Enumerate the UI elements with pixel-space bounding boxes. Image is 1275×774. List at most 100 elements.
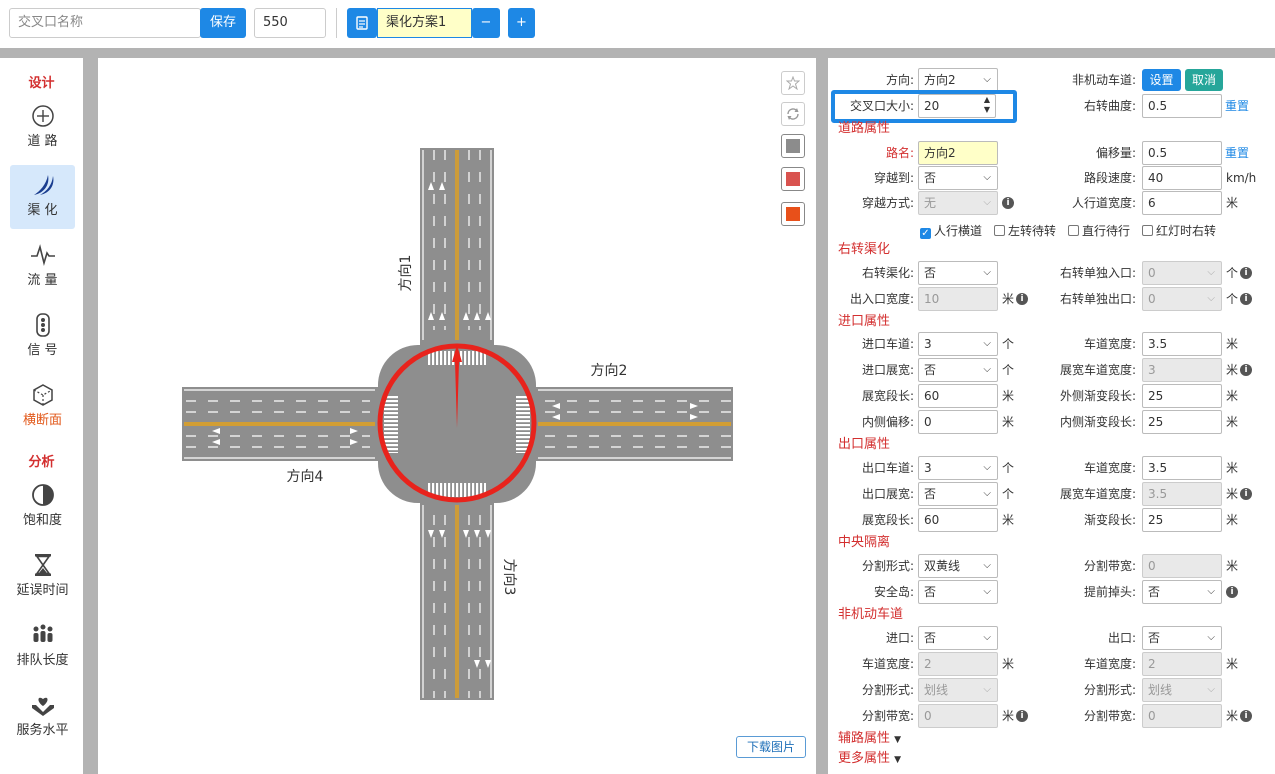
intersection-name-input[interactable]: 交叉口名称 <box>9 8 201 38</box>
divide-form-select[interactable]: 双黄线 ⌵ <box>918 554 998 578</box>
info-icon[interactable]: i <box>1240 364 1252 376</box>
left-splitter[interactable] <box>83 58 98 774</box>
crossmode-select[interactable]: 无 ⌵ <box>918 191 998 215</box>
rt-entry-select[interactable]: 0 ⌵ <box>1142 261 1222 285</box>
entry-lanes-select[interactable]: 3 ⌵ <box>918 332 998 356</box>
intersection-canvas[interactable]: 方向1 方向2 方向3 方向4 下载图片 <box>98 58 816 774</box>
inner-taper-input[interactable]: 25 <box>1142 410 1222 434</box>
size-input[interactable]: 550 <box>254 8 326 38</box>
io-width-input[interactable]: 10 <box>918 287 998 311</box>
sidebar-item-label: 信 号 <box>27 343 58 358</box>
checkbox-left-turn-waiting[interactable]: 左转待转 <box>994 223 1056 239</box>
info-icon[interactable]: i <box>1240 267 1252 279</box>
rt-select[interactable]: 否 ⌵ <box>918 261 998 285</box>
color-swatch-orange[interactable] <box>781 202 805 226</box>
pan-tool-button[interactable] <box>781 71 805 95</box>
section-more[interactable]: 更多属性 ▼ <box>838 750 901 769</box>
uturn-select[interactable]: 否 ⌵ <box>1142 580 1222 604</box>
scheme-name-field[interactable]: 渠化方案1 <box>377 8 472 38</box>
sidebar-item-delay[interactable]: 延误时间 <box>10 545 75 609</box>
nm-entry-value: 否 <box>924 631 937 645</box>
nm-divide-width2-input[interactable]: 0 <box>1142 704 1222 728</box>
divide-form-label: 分割形式: <box>861 559 914 573</box>
color-swatch-gray[interactable] <box>781 134 805 158</box>
info-icon[interactable]: i <box>1226 586 1238 598</box>
info-icon[interactable]: i <box>1240 488 1252 500</box>
widen-length-input[interactable]: 60 <box>918 384 998 408</box>
curvature-reset-link[interactable]: 重置 <box>1225 94 1249 118</box>
checkbox-crosswalk[interactable]: ✓ 人行横道 <box>920 223 982 239</box>
right-splitter[interactable] <box>816 58 828 774</box>
direction-select-value: 方向2 <box>924 73 956 87</box>
nm-divide-width-input[interactable]: 0 <box>918 704 998 728</box>
chevron-down-icon: ⌵ <box>1207 293 1215 304</box>
refresh-icon <box>787 108 799 120</box>
walkway-width-input[interactable]: 6 <box>1142 191 1222 215</box>
entry-widen-select[interactable]: 否 ⌵ <box>918 358 998 382</box>
sidebar-item-cross-section[interactable]: 横断面 <box>10 375 75 439</box>
color-swatch-red[interactable] <box>781 167 805 191</box>
section-aux-road-label: 辅路属性 <box>838 731 891 746</box>
exit-lanes-select[interactable]: 3 ⌵ <box>918 456 998 480</box>
info-icon[interactable]: i <box>1016 710 1028 722</box>
section-aux-road[interactable]: 辅路属性 ▼ <box>838 730 901 749</box>
checkbox-right-on-red[interactable]: 红灯时右转 <box>1142 223 1216 239</box>
sidebar-item-flow[interactable]: 流 量 <box>10 235 75 299</box>
nm-lane-width-input[interactable]: 2 <box>918 652 998 676</box>
roadname-input[interactable]: 方向2 <box>918 141 998 165</box>
speed-input[interactable]: 40 <box>1142 166 1222 190</box>
pointer-star-icon <box>785 75 801 91</box>
inner-offset-input[interactable]: 0 <box>918 410 998 434</box>
nm-entry-select[interactable]: 否 ⌵ <box>918 626 998 650</box>
sidebar-item-service-level[interactable]: 服务水平 <box>10 685 75 749</box>
add-scheme-button[interactable]: + <box>508 8 535 38</box>
exit-lane-width-input[interactable]: 3.5 <box>1142 456 1222 480</box>
nonmotor-cancel-button[interactable]: 取消 <box>1185 69 1223 91</box>
sidebar-item-channelization[interactable]: 渠 化 <box>10 165 75 229</box>
info-icon[interactable]: i <box>1240 710 1252 722</box>
nm-exit-select[interactable]: 否 ⌵ <box>1142 626 1222 650</box>
sidebar-item-saturation[interactable]: 饱和度 <box>10 475 75 539</box>
download-image-button[interactable]: 下载图片 <box>736 736 806 758</box>
scheme-doc-button[interactable] <box>347 8 377 38</box>
exit-taper-input[interactable]: 25 <box>1142 508 1222 532</box>
island-select[interactable]: 否 ⌵ <box>918 580 998 604</box>
exit-widen-length-input[interactable]: 60 <box>918 508 998 532</box>
exit-widen-lane-width-input[interactable]: 3.5 <box>1142 482 1222 506</box>
offset-reset-link[interactable]: 重置 <box>1225 141 1249 165</box>
checkbox-straight-waiting[interactable]: 直行待行 <box>1068 223 1130 239</box>
isize-stepper[interactable]: 20 ▲ ▼ <box>918 94 996 118</box>
nonmotor-set-button[interactable]: 设置 <box>1142 69 1181 91</box>
widen-lane-width-input[interactable]: 3 <box>1142 358 1222 382</box>
stepper-arrows-icon: ▲ ▼ <box>983 95 990 114</box>
info-icon[interactable]: i <box>1240 293 1252 305</box>
remove-scheme-button[interactable]: − <box>472 8 500 38</box>
offset-input[interactable]: 0.5 <box>1142 141 1222 165</box>
info-icon[interactable]: i <box>1002 197 1014 209</box>
outer-taper-input[interactable]: 25 <box>1142 384 1222 408</box>
refresh-button[interactable] <box>781 102 805 126</box>
channelization-icon <box>10 165 75 199</box>
sidebar-item-signal[interactable]: 信 号 <box>10 305 75 369</box>
sidebar-item-queue[interactable]: 排队长度 <box>10 615 75 679</box>
intersection-drawing[interactable]: 方向1 方向2 方向3 方向4 <box>98 58 816 774</box>
curvature-input[interactable]: 0.5 <box>1142 94 1222 118</box>
nm-form-select[interactable]: 划线 ⌵ <box>918 678 998 702</box>
unit-count: 个 <box>1226 292 1239 306</box>
inner-taper-label: 内侧渐变段长: <box>1059 415 1136 429</box>
save-button[interactable]: 保存 <box>200 8 246 38</box>
cross-select-value: 否 <box>924 171 937 185</box>
nm-lane-width2-input[interactable]: 2 <box>1142 652 1222 676</box>
lane-width-input[interactable]: 3.5 <box>1142 332 1222 356</box>
rt-exit-select[interactable]: 0 ⌵ <box>1142 287 1222 311</box>
info-icon[interactable]: i <box>1016 293 1028 305</box>
sidebar-item-road[interactable]: 道 路 <box>10 96 75 160</box>
cross-select[interactable]: 否 ⌵ <box>918 166 998 190</box>
nm-exit-label: 出口: <box>1107 631 1136 645</box>
uturn-value: 否 <box>1148 585 1161 599</box>
direction-select[interactable]: 方向2 ⌵ <box>918 68 998 92</box>
divide-width-input[interactable]: 0 <box>1142 554 1222 578</box>
exit-widen-select[interactable]: 否 ⌵ <box>918 482 998 506</box>
nm-form2-select[interactable]: 划线 ⌵ <box>1142 678 1222 702</box>
exit-taper-label: 渐变段长: <box>1083 513 1136 527</box>
